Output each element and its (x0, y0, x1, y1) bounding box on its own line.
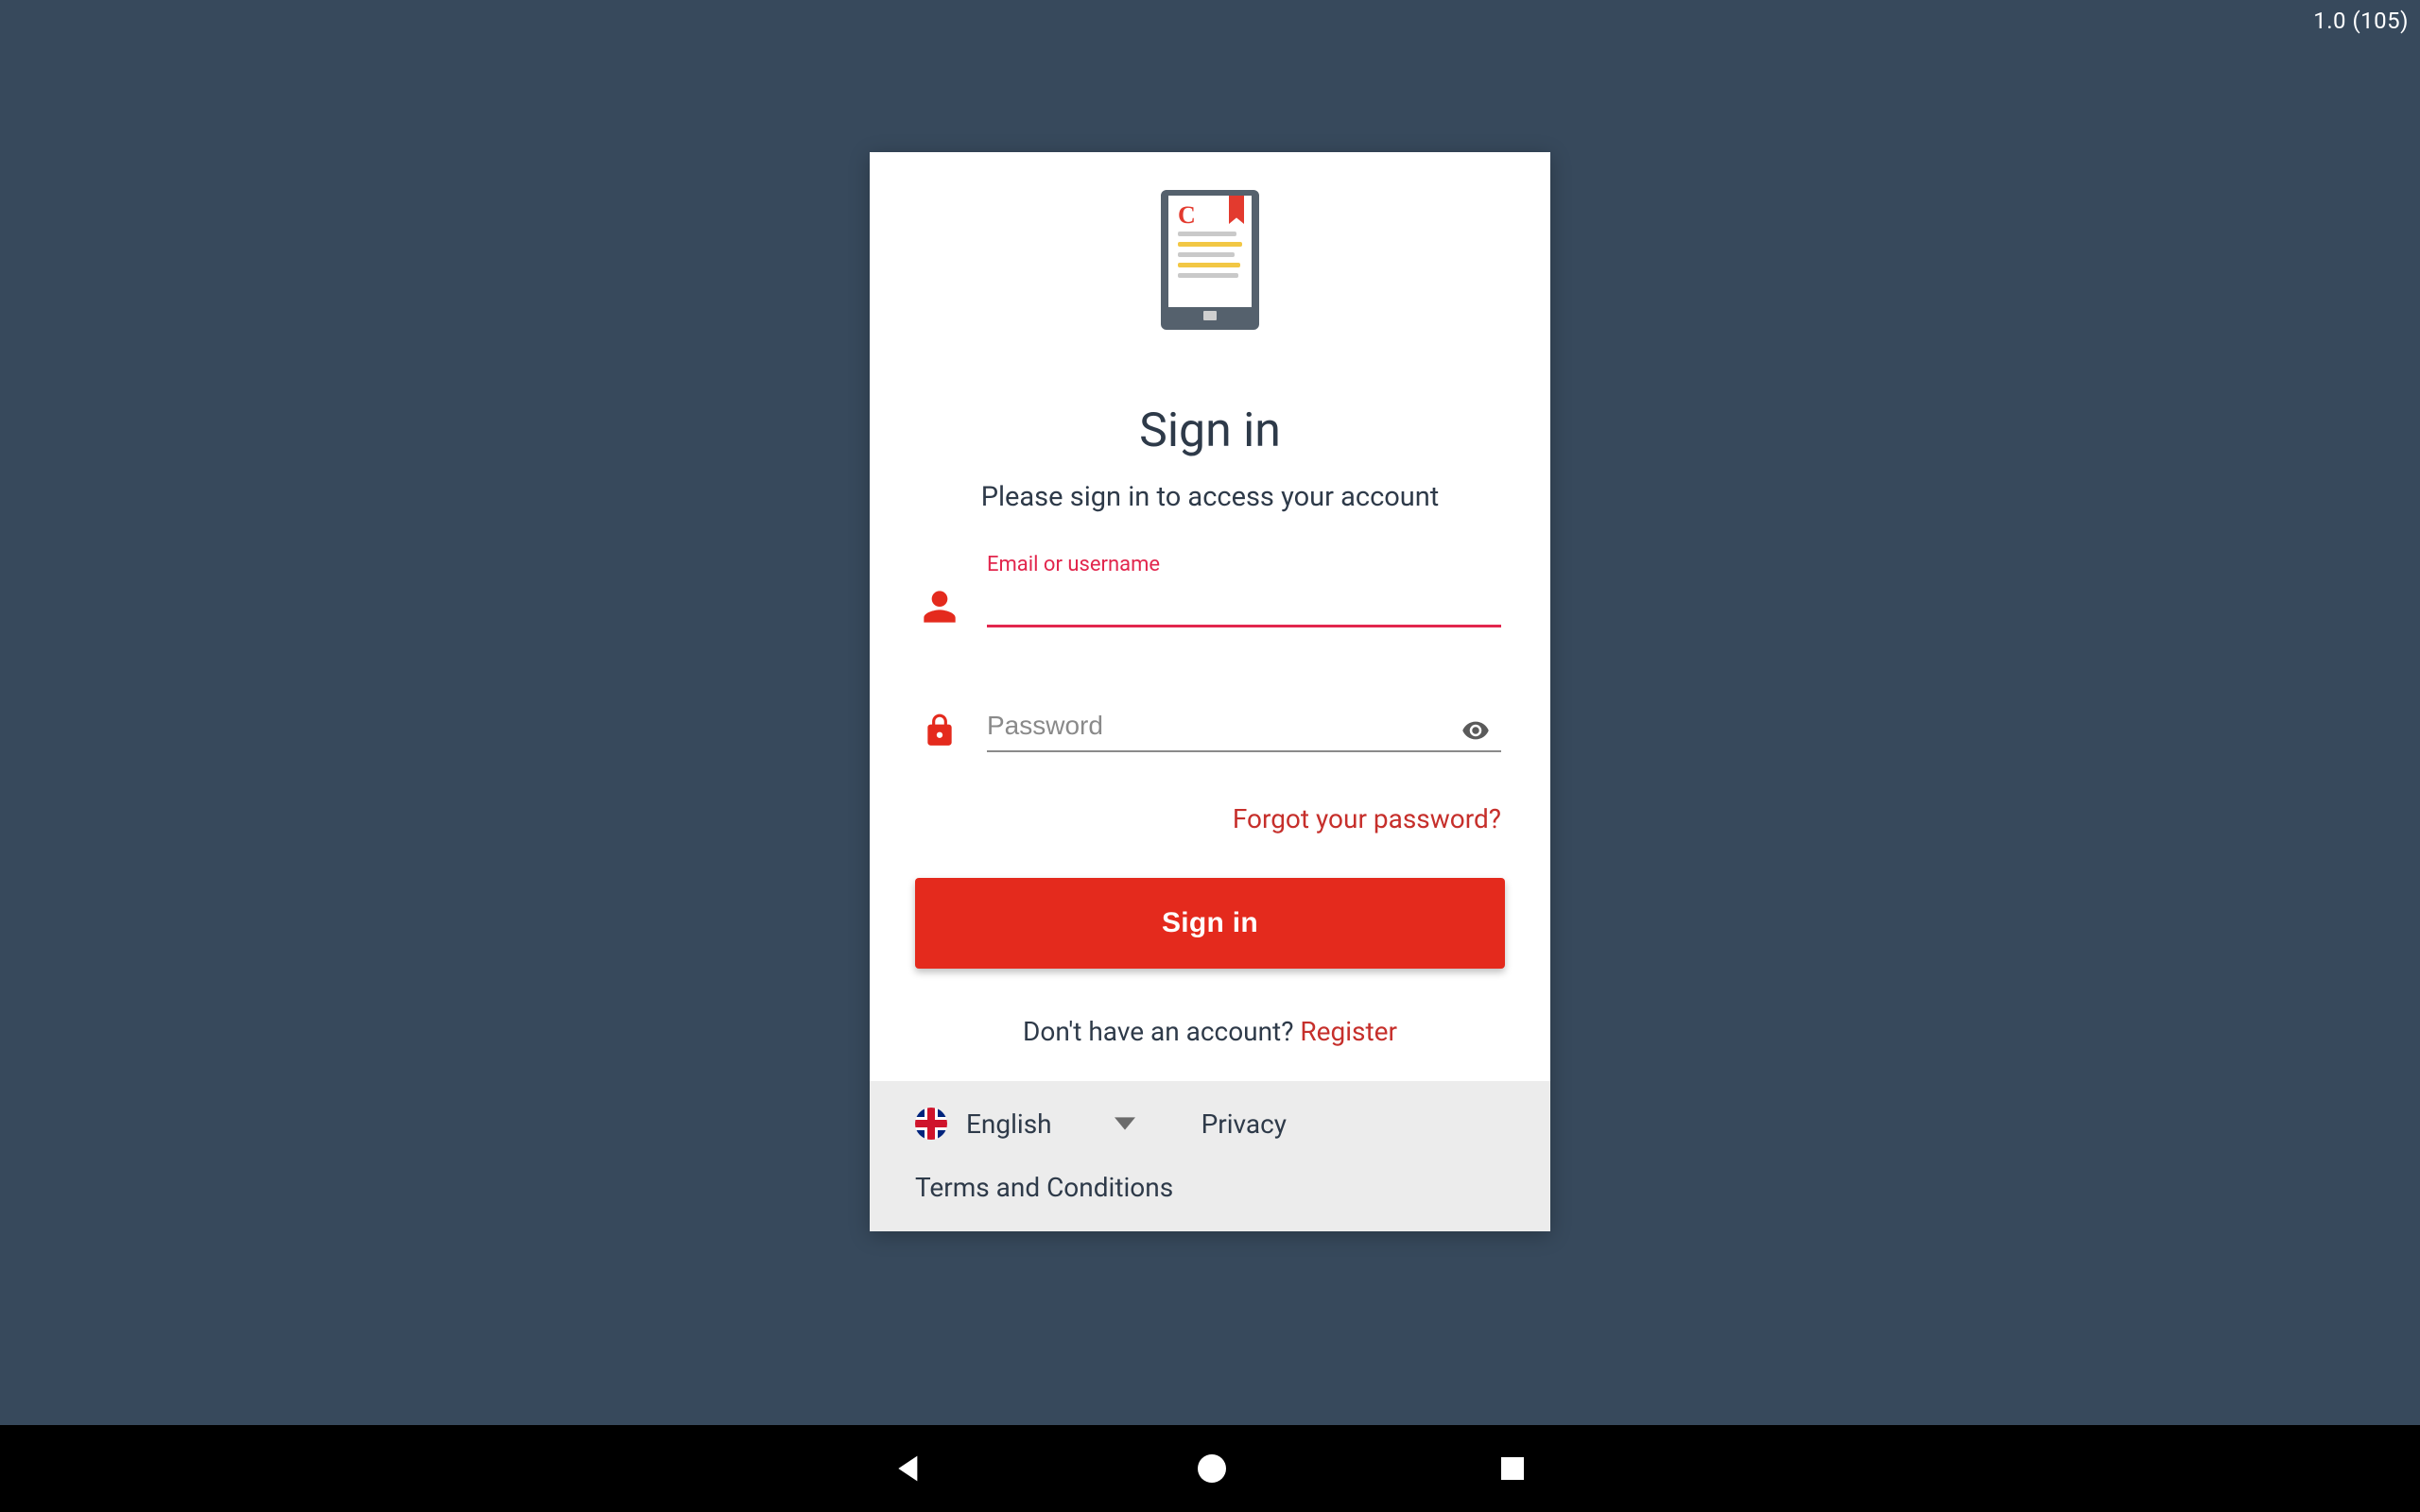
terms-link[interactable]: Terms and Conditions (915, 1172, 1505, 1203)
toggle-password-visibility-button[interactable] (1456, 716, 1495, 745)
nav-home-button[interactable] (1193, 1450, 1231, 1487)
sign-in-button[interactable]: Sign in (915, 878, 1505, 969)
register-link[interactable]: Register (1300, 1016, 1397, 1047)
password-input-wrap (987, 705, 1501, 752)
password-input[interactable] (987, 705, 1501, 752)
login-card-body: C Sign in Please sign in to access your … (870, 152, 1550, 1081)
chevron-down-icon (1115, 1117, 1135, 1130)
privacy-link[interactable]: Privacy (1201, 1108, 1287, 1140)
android-nav-bar (0, 1425, 2420, 1512)
language-selected-label: English (966, 1108, 1052, 1140)
email-label: Email or username (987, 553, 1160, 576)
no-account-text: Don't have an account? Register (1023, 1016, 1397, 1047)
uk-flag-icon (915, 1108, 947, 1140)
login-card: C Sign in Please sign in to access your … (870, 152, 1550, 1231)
page-title: Sign in (1139, 404, 1281, 458)
back-triangle-icon (890, 1450, 928, 1487)
nav-recents-button[interactable] (1495, 1452, 1530, 1486)
eye-icon (1456, 716, 1495, 745)
recents-square-icon (1495, 1452, 1530, 1486)
app-logo-screen: C (1168, 196, 1252, 307)
logo-line-icon (1178, 273, 1238, 278)
nav-back-button[interactable] (890, 1450, 928, 1487)
app-logo: C (1161, 190, 1259, 330)
tablet-home-icon (1203, 311, 1217, 320)
logo-line-icon (1178, 252, 1235, 257)
forgot-password-link[interactable]: Forgot your password? (919, 803, 1501, 834)
password-field-row (919, 705, 1501, 752)
language-selector[interactable]: English (915, 1108, 1135, 1140)
email-field-row: Email or username (919, 579, 1501, 627)
email-input-wrap: Email or username (987, 579, 1501, 627)
page-subtitle: Please sign in to access your account (981, 481, 1440, 513)
logo-line-icon (1178, 242, 1242, 247)
user-icon (919, 588, 960, 627)
login-card-footer: English Privacy Terms and Conditions (870, 1081, 1550, 1231)
home-circle-icon (1193, 1450, 1231, 1487)
version-label: 1.0 (105) (2313, 8, 2409, 34)
logo-line-icon (1178, 263, 1240, 267)
lock-icon (919, 711, 960, 752)
no-account-prefix: Don't have an account? (1023, 1016, 1300, 1047)
email-input[interactable] (987, 579, 1501, 627)
logo-line-icon (1178, 232, 1236, 236)
